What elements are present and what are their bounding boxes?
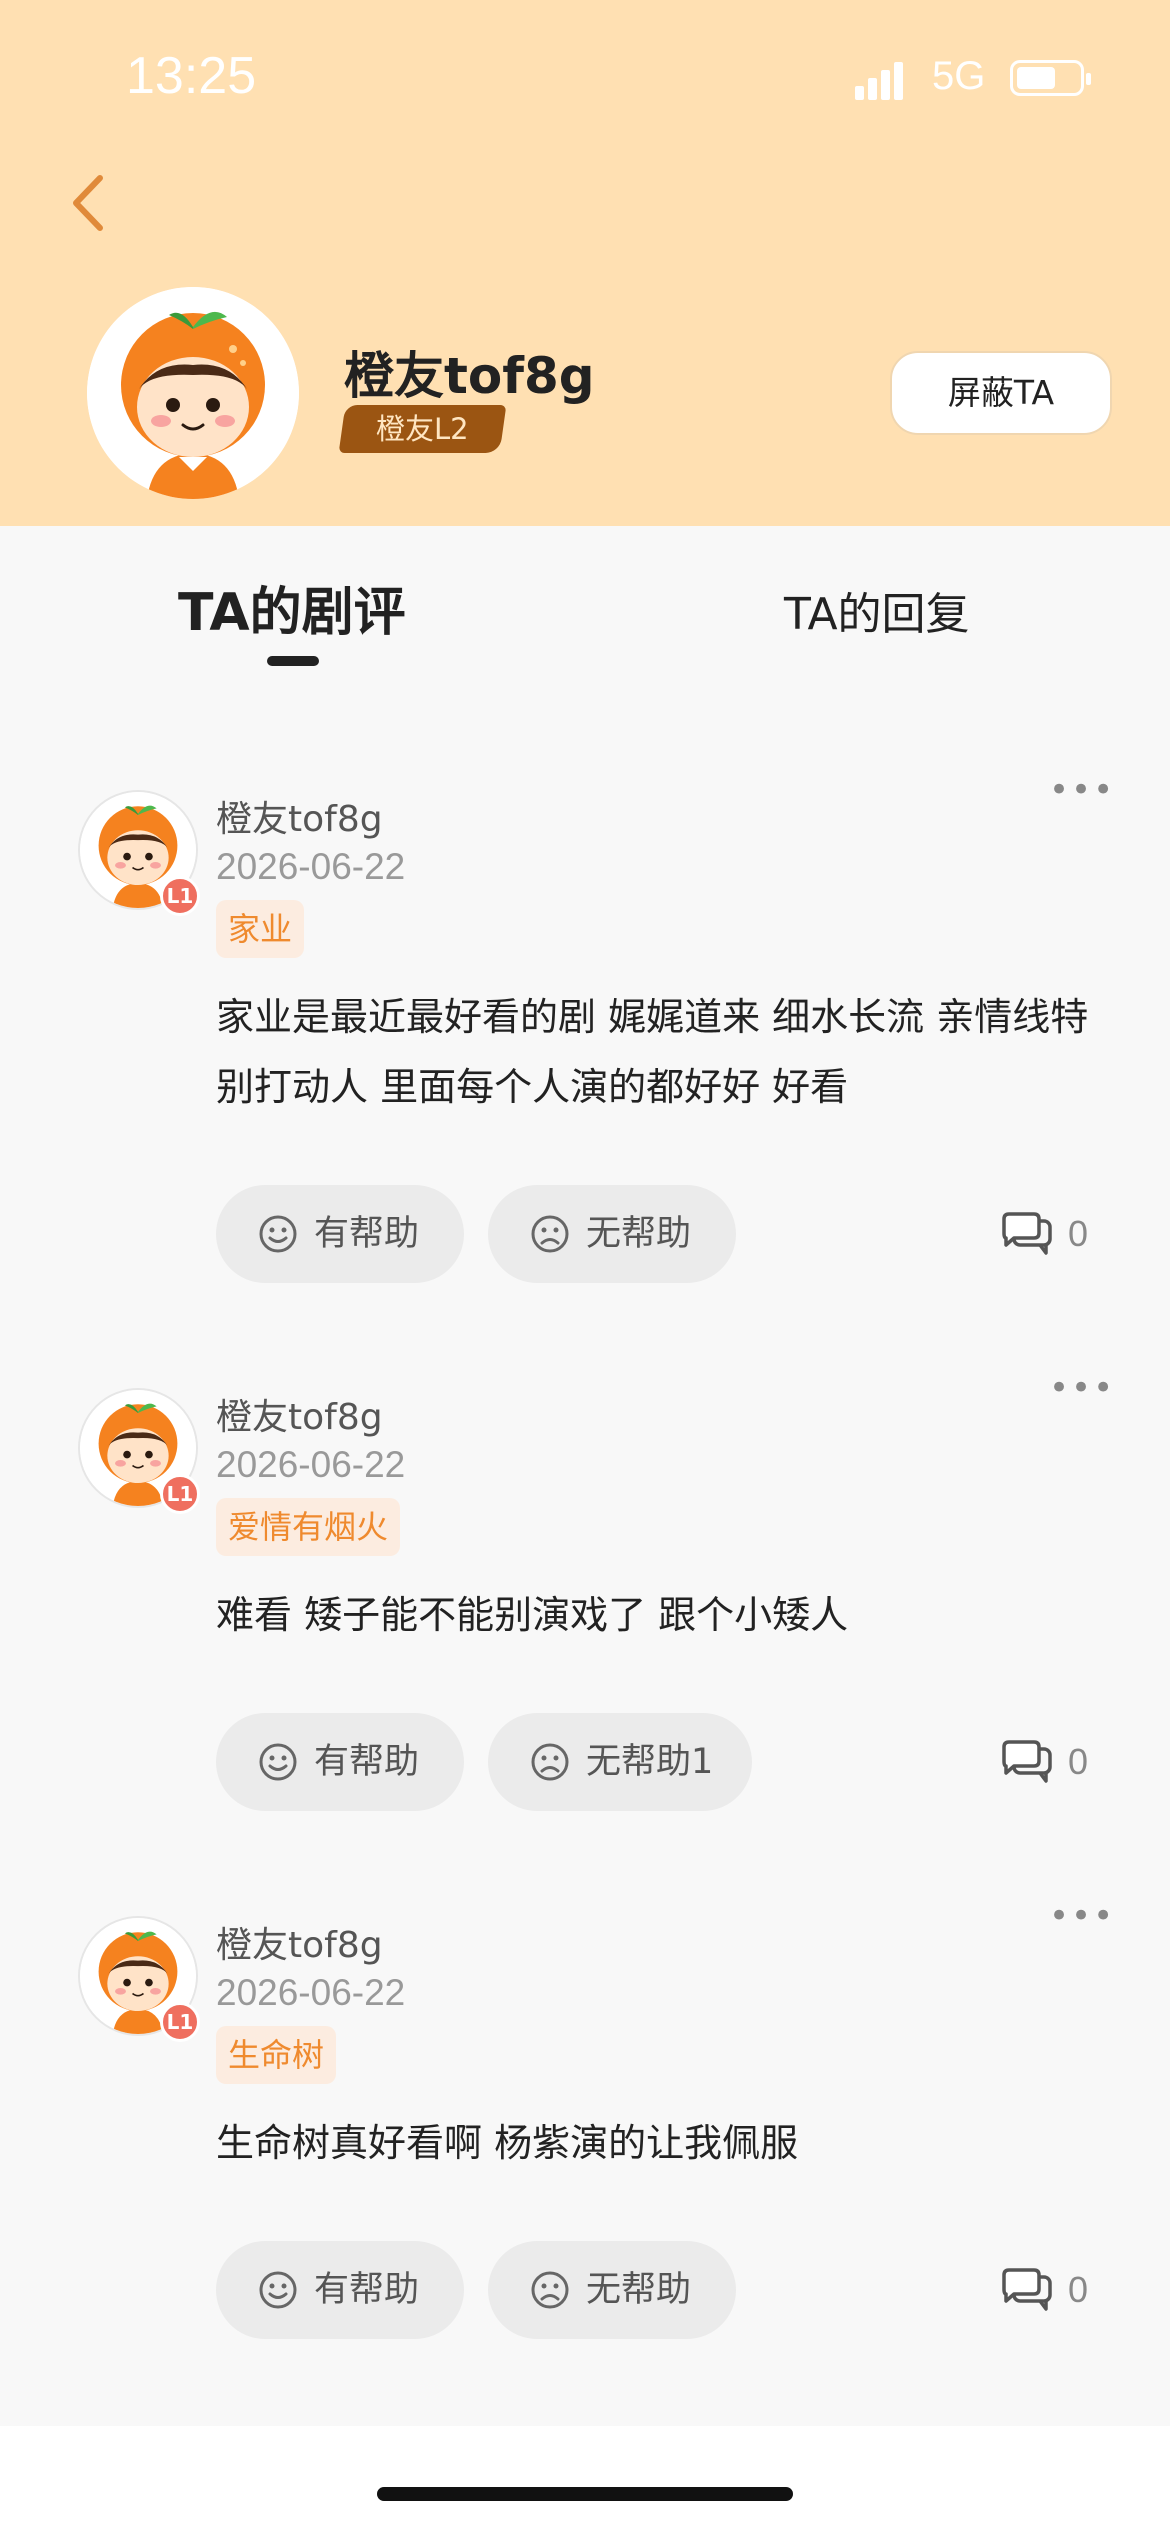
review-user-level: L1	[160, 876, 200, 916]
level-badge: 橙友L2	[338, 405, 506, 453]
frown-icon	[531, 1215, 569, 1253]
home-indicator	[377, 2487, 793, 2501]
network-type: 5G	[932, 54, 986, 98]
orange-mascot-icon	[87, 287, 299, 499]
chevron-left-icon	[73, 175, 103, 231]
review-text: 难看 矮子能不能别演戏了 跟个小矮人	[216, 1593, 849, 1637]
review-date: 2026-06-22	[216, 1972, 406, 2013]
comment-icon[interactable]	[1000, 1211, 1054, 1257]
helpful-button[interactable]: 有帮助	[216, 1185, 464, 1283]
review-user-level: L1	[160, 1474, 200, 1514]
review-username[interactable]: 橙友tof8g	[216, 1388, 383, 1440]
review-username[interactable]: 橙友tof8g	[216, 790, 383, 842]
review-drama-tag[interactable]: 生命树	[216, 2026, 337, 2084]
more-options-icon[interactable]: •••	[1049, 1368, 1115, 1408]
comment-icon[interactable]	[1000, 1739, 1054, 1785]
back-button[interactable]	[62, 168, 122, 238]
review-text: 生命树真好看啊 杨紫演的让我佩服	[216, 2121, 799, 2165]
smile-icon	[259, 1743, 297, 1781]
signal-icon	[855, 58, 915, 100]
review-text: 家业是最近最好看的剧 娓娓道来 细水长流 亲情线特别打动人 里面每个人演的都好好…	[216, 995, 1089, 1109]
review-drama-tag[interactable]: 家业	[216, 900, 305, 958]
review-date: 2026-06-22	[216, 1444, 406, 1485]
unhelpful-button[interactable]: 无帮助1	[488, 1713, 752, 1811]
tab-active-indicator	[267, 656, 319, 666]
review-user-level: L1	[160, 2002, 200, 2042]
review-date: 2026-06-22	[216, 846, 406, 887]
helpful-button[interactable]: 有帮助	[216, 2241, 464, 2339]
unhelpful-button[interactable]: 无帮助	[488, 1185, 736, 1283]
comment-icon[interactable]	[1000, 2267, 1054, 2313]
block-user-button[interactable]: 屏蔽TA	[890, 351, 1112, 435]
status-time: 13:25	[126, 47, 257, 105]
bottom-safe-area	[0, 2426, 1170, 2532]
battery-icon	[1010, 60, 1091, 96]
status-bar: 13:25 5G	[0, 0, 1170, 160]
profile-name: 橙友tof8g	[344, 347, 595, 405]
helpful-button[interactable]: 有帮助	[216, 1713, 464, 1811]
tab-replies[interactable]: TA的回复	[784, 578, 970, 642]
smile-icon	[259, 2271, 297, 2309]
comment-count: 0	[1068, 2269, 1089, 2310]
frown-icon	[531, 2271, 569, 2309]
frown-icon	[531, 1743, 569, 1781]
comment-count: 0	[1068, 1213, 1089, 1254]
unhelpful-button[interactable]: 无帮助	[488, 2241, 736, 2339]
smile-icon	[259, 1215, 297, 1253]
profile-avatar[interactable]	[87, 287, 299, 499]
review-username[interactable]: 橙友tof8g	[216, 1916, 383, 1968]
tab-bar	[0, 526, 1170, 696]
more-options-icon[interactable]: •••	[1049, 1896, 1115, 1936]
profile-header: 13:25 5G 橙友tof8g 橙友L2 屏蔽TA	[0, 0, 1170, 526]
comment-count: 0	[1068, 1741, 1089, 1782]
more-options-icon[interactable]: •••	[1049, 770, 1115, 810]
review-drama-tag[interactable]: 爱情有烟火	[216, 1498, 401, 1556]
tab-reviews[interactable]: TA的剧评	[178, 570, 406, 645]
